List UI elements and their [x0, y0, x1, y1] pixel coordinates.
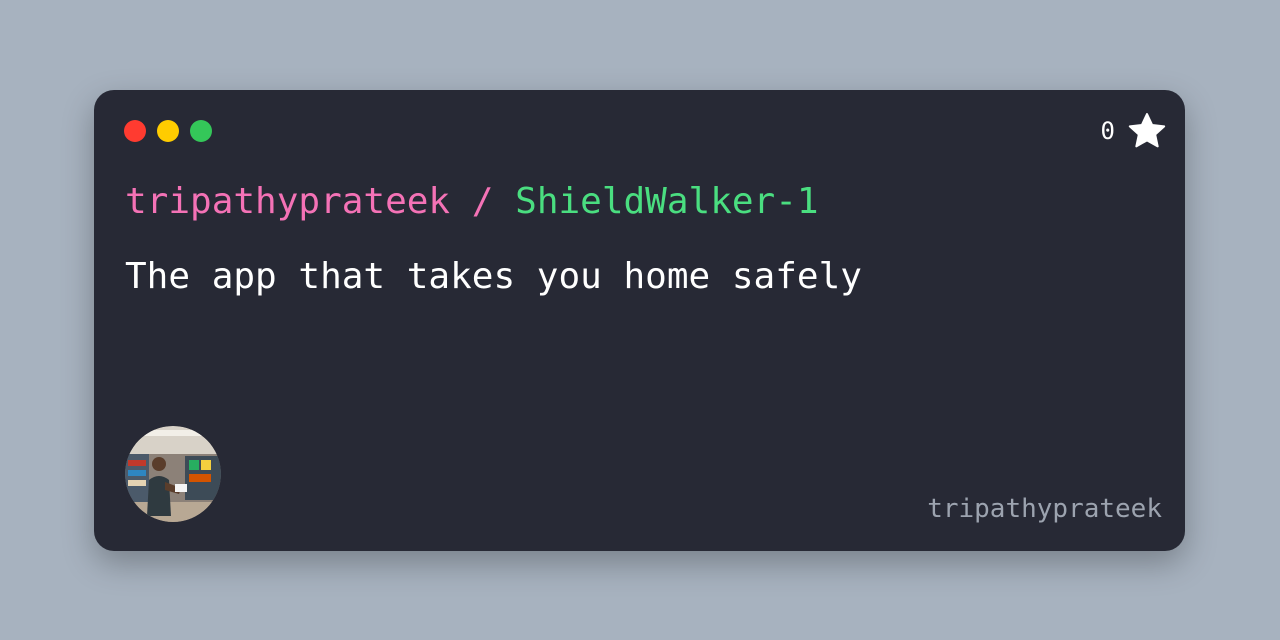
maximize-dot[interactable] [190, 120, 212, 142]
minimize-dot[interactable] [157, 120, 179, 142]
author-username[interactable]: tripathyprateek [927, 491, 1162, 527]
repo-description: The app that takes you home safely [125, 256, 862, 297]
repo-name[interactable]: ShieldWalker-1 [515, 181, 818, 222]
close-dot[interactable] [124, 120, 146, 142]
star-icon [1128, 113, 1166, 148]
star-counter[interactable]: 0 [1101, 111, 1167, 151]
repo-card: 0 tripathyprateek / ShieldWalker-1 The a… [94, 90, 1185, 551]
avatar[interactable] [125, 426, 221, 522]
repo-separator: / [450, 181, 516, 222]
star-count: 0 [1100, 117, 1115, 145]
repo-owner[interactable]: tripathyprateek [125, 181, 450, 222]
window-controls [124, 120, 212, 142]
repo-title[interactable]: tripathyprateek / ShieldWalker-1 [125, 178, 819, 226]
